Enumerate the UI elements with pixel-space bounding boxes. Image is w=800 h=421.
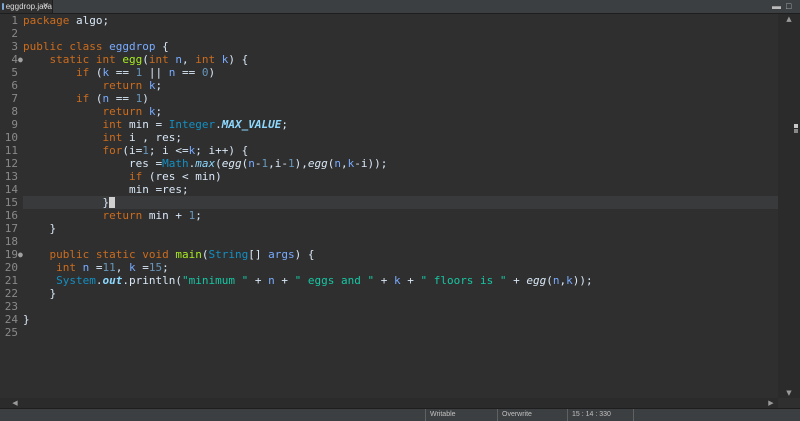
line-number: 11 (4, 144, 18, 157)
code-line: int n =11, k =15; (56, 261, 169, 274)
code-line: if (k == 1 || n == 0) (75, 66, 216, 79)
code-line: package algo; (23, 14, 110, 27)
status-empty-slot (633, 409, 678, 421)
code-line: return k; (102, 79, 163, 92)
line-number: 24 (4, 313, 18, 326)
minimize-icon[interactable]: ▬ (772, 1, 781, 11)
code-line: int i , res; (102, 131, 182, 144)
line-number: 7 (11, 92, 18, 105)
tab-eggdrop-java[interactable]: eggdrop.java ✕ (0, 0, 53, 13)
code-line: if (n == 1) (75, 92, 149, 105)
line-number: 21 (4, 274, 18, 287)
code-line: return min + 1; (102, 209, 202, 222)
line-number: 13 (4, 170, 18, 183)
code-line: min =res; (23, 183, 189, 196)
code-line: res =Math.max(egg(n-1,i-1),egg(n,k-i)); (23, 157, 388, 170)
vertical-scrollbar[interactable]: ▲ ▼ (778, 14, 800, 398)
line-number: 23 (4, 300, 18, 313)
code-line: if (res < min) (128, 170, 222, 183)
line-number: 22 (4, 287, 18, 300)
code-line: return k; (102, 105, 163, 118)
line-number: 9 (11, 118, 18, 131)
line-number: 3 (11, 40, 18, 53)
code-line: static int egg(int n, int k) { (49, 53, 249, 66)
status-cursor-position: 15 : 14 : 330 (567, 409, 632, 421)
ide-window: eggdrop.java ✕ ▬ □ 1 2 3 4 ● 5 6 7 8 9 10… (0, 0, 800, 421)
code-line: } (23, 287, 57, 300)
line-number: 12 (4, 157, 18, 170)
code-line: public static void main(String[] args) { (49, 248, 315, 261)
current-line-highlight: } (23, 196, 778, 209)
editor-tab-bar: eggdrop.java ✕ ▬ □ (0, 0, 800, 14)
overview-ruler-marker[interactable] (794, 129, 798, 133)
status-insert-mode[interactable]: Overwrite (497, 409, 566, 421)
line-number: 18 (4, 235, 18, 248)
maximize-icon[interactable]: □ (786, 1, 791, 11)
line-number: 1 (11, 14, 18, 27)
line-number: 2 (11, 27, 18, 40)
line-number: 10 (4, 131, 18, 144)
line-number-gutter: 1 2 3 4 ● 5 6 7 8 9 10 11 12 13 14 15 16 … (0, 14, 23, 398)
line-number: 17 (4, 222, 18, 235)
status-bar: Writable Overwrite 15 : 14 : 330 (0, 408, 800, 421)
line-number: 14 (4, 183, 18, 196)
code-line: int min = Integer.MAX_VALUE; (102, 118, 288, 131)
code-line: public class eggdrop { (23, 40, 169, 53)
line-number: 16 (4, 209, 18, 222)
java-file-icon (2, 3, 4, 10)
line-number: 25 (4, 326, 18, 339)
overview-ruler-marker[interactable] (794, 124, 798, 128)
line-number: 4 (11, 53, 18, 66)
scroll-left-icon[interactable]: ◀ (8, 398, 22, 408)
code-line: } (23, 313, 30, 326)
tab-close-icon[interactable]: ✕ (42, 1, 49, 10)
text-cursor (109, 197, 116, 208)
scroll-right-icon[interactable]: ▶ (764, 398, 778, 408)
status-writable: Writable (425, 409, 496, 421)
code-editor[interactable]: 1 2 3 4 ● 5 6 7 8 9 10 11 12 13 14 15 16 … (0, 14, 778, 398)
line-number: 20 (4, 261, 18, 274)
line-number: 8 (11, 105, 18, 118)
line-number: 6 (11, 79, 18, 92)
scroll-up-icon[interactable]: ▲ (778, 14, 800, 24)
code-line: } (23, 222, 57, 235)
code-line: System.out.println("minimum " + n + " eg… (56, 274, 593, 287)
code-line: for(i=1; i <=k; i++) { (102, 144, 249, 157)
scroll-down-icon[interactable]: ▼ (778, 388, 800, 398)
line-number: 5 (11, 66, 18, 79)
horizontal-scrollbar[interactable]: ◀ ▶ (0, 398, 778, 408)
line-number: 15 (4, 196, 18, 209)
code-area[interactable]: package algo; public class eggdrop { sta… (23, 14, 778, 398)
line-number: 19 (4, 248, 18, 261)
